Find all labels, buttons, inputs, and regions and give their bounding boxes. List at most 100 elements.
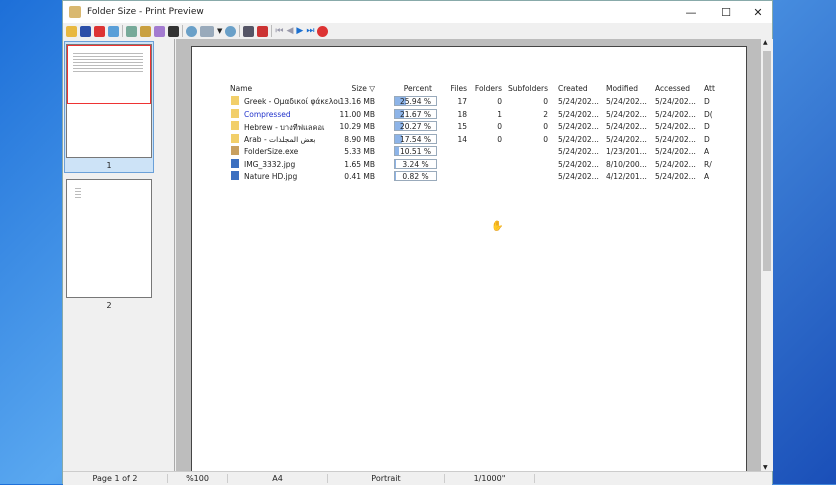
- save-icon[interactable]: [80, 26, 91, 37]
- cell-created: 5/24/202...: [558, 172, 599, 181]
- cell-attr: R/: [704, 160, 712, 169]
- cell-accessed: 5/24/202...: [655, 110, 696, 119]
- window-title: Folder Size - Print Preview: [87, 7, 204, 17]
- zoom-select-icon[interactable]: [200, 26, 214, 37]
- zoom-in-icon[interactable]: [225, 26, 236, 37]
- cell-created: 5/24/202...: [558, 97, 599, 106]
- folder-icon: [231, 134, 239, 143]
- previous-page-icon[interactable]: ◀: [287, 26, 294, 36]
- cell-name: FolderSize.exe: [244, 147, 298, 156]
- exe-icon: [231, 146, 239, 155]
- cell-size: 8.90 MB: [344, 135, 375, 144]
- percent-text: 17.54 %: [395, 135, 436, 144]
- preview-page: NameSize ▽PercentFilesFoldersSubfoldersC…: [191, 46, 747, 471]
- separator: [122, 25, 123, 37]
- scrollbar-thumb[interactable]: [763, 51, 771, 271]
- cell-name: Compressed: [244, 110, 291, 119]
- cell-size: 5.33 MB: [344, 147, 375, 156]
- cell-folders: 0: [497, 122, 502, 131]
- cell-created: 5/24/202...: [558, 122, 599, 131]
- cell-attr: A: [704, 147, 709, 156]
- cell-attr: D: [704, 135, 710, 144]
- pdf-icon[interactable]: [94, 26, 105, 37]
- print-setup-icon[interactable]: [140, 26, 151, 37]
- cell-size: 0.41 MB: [344, 172, 375, 181]
- percent-bar: 25.94 %: [394, 96, 437, 106]
- vertical-scrollbar[interactable]: ▲ ▼: [761, 39, 773, 471]
- cell-attr: D: [704, 122, 710, 131]
- cell-modified: 5/24/202...: [606, 122, 647, 131]
- percent-bar: 17.54 %: [394, 134, 437, 144]
- cell-modified: 5/24/202...: [606, 97, 647, 106]
- column-header: Accessed: [655, 84, 690, 93]
- minimize-button[interactable]: —: [676, 1, 706, 23]
- zoom-out-icon[interactable]: [186, 26, 197, 37]
- image-file-icon: [231, 159, 239, 168]
- cell-folders: 1: [497, 110, 502, 119]
- percent-text: 20.27 %: [395, 122, 436, 131]
- cell-size: 11.00 MB: [340, 110, 375, 119]
- open-icon[interactable]: [66, 26, 77, 37]
- toolbar: ▼ ⏮ ◀ ▶ ⏭: [63, 23, 772, 39]
- export-icon[interactable]: [108, 26, 119, 37]
- status-orientation: Portrait: [328, 474, 445, 483]
- cell-accessed: 5/24/202...: [655, 172, 696, 181]
- first-page-icon[interactable]: ⏮: [275, 26, 283, 36]
- percent-text: 25.94 %: [395, 97, 436, 106]
- cell-accessed: 5/24/202...: [655, 122, 696, 131]
- percent-text: 3.24 %: [395, 160, 436, 169]
- thumbnail-pane: 1 2: [63, 39, 175, 471]
- cell-name: Greek - Ομαδικοί φάκελοι: [244, 97, 340, 106]
- maximize-button[interactable]: ☐: [711, 1, 741, 23]
- percent-text: 0.82 %: [395, 172, 436, 181]
- preview-area[interactable]: NameSize ▽PercentFilesFoldersSubfoldersC…: [176, 39, 761, 471]
- cell-modified: 4/12/201...: [606, 172, 647, 181]
- scroll-down-icon[interactable]: ▼: [763, 464, 768, 471]
- separator: [271, 25, 272, 37]
- cell-size: 13.16 MB: [340, 97, 375, 106]
- cell-size: 1.65 MB: [344, 160, 375, 169]
- percent-bar: 3.24 %: [394, 159, 437, 169]
- chevron-down-icon[interactable]: ▼: [217, 27, 222, 35]
- thumbnail-label: 2: [66, 301, 152, 310]
- cell-name: Hebrew - บางทีฟแลคอเ: [244, 122, 325, 134]
- print-preview-window: Folder Size - Print Preview — ☐ ✕ ▼ ⏮ ◀ …: [62, 0, 773, 484]
- folder-icon: [231, 96, 239, 105]
- cell-files: 17: [457, 97, 467, 106]
- print-icon[interactable]: [126, 26, 137, 37]
- column-header: Folders: [475, 84, 502, 93]
- cell-accessed: 5/24/202...: [655, 160, 696, 169]
- cell-subfolders: 0: [543, 97, 548, 106]
- column-header: Modified: [606, 84, 638, 93]
- title-bar: Folder Size - Print Preview — ☐ ✕: [63, 1, 772, 23]
- status-zoom: %100: [168, 474, 228, 483]
- page-thumbnail-2[interactable]: [66, 179, 152, 298]
- close-button[interactable]: ✕: [743, 1, 773, 23]
- next-page-icon[interactable]: ▶: [296, 26, 303, 36]
- multi-page-icon[interactable]: [168, 26, 179, 37]
- cell-created: 5/24/202...: [558, 135, 599, 144]
- status-page: Page 1 of 2: [63, 474, 168, 483]
- scroll-up-icon[interactable]: ▲: [763, 39, 768, 46]
- column-header: Percent: [404, 84, 432, 93]
- cell-created: 5/24/202...: [558, 160, 599, 169]
- close-preview-icon[interactable]: [317, 26, 328, 37]
- percent-bar: 0.82 %: [394, 171, 437, 181]
- page-setup-icon[interactable]: [154, 26, 165, 37]
- page-width-icon[interactable]: [257, 26, 268, 37]
- cell-attr: D(: [704, 110, 713, 119]
- cell-accessed: 5/24/202...: [655, 97, 696, 106]
- column-header: Name: [230, 84, 252, 93]
- page-thumbnail-1[interactable]: [66, 44, 152, 158]
- thumbnail-label: 1: [66, 161, 152, 170]
- percent-text: 21.67 %: [395, 110, 436, 119]
- last-page-icon[interactable]: ⏭: [306, 26, 314, 36]
- percent-bar: 10.51 %: [394, 146, 437, 156]
- cell-name: Arab - بعض المجلدات: [244, 135, 315, 144]
- column-header: Size ▽: [351, 84, 375, 93]
- separator: [182, 25, 183, 37]
- fit-page-icon[interactable]: [243, 26, 254, 37]
- column-header: Att: [704, 84, 715, 93]
- cell-accessed: 5/24/202...: [655, 135, 696, 144]
- folder-icon: [231, 109, 239, 118]
